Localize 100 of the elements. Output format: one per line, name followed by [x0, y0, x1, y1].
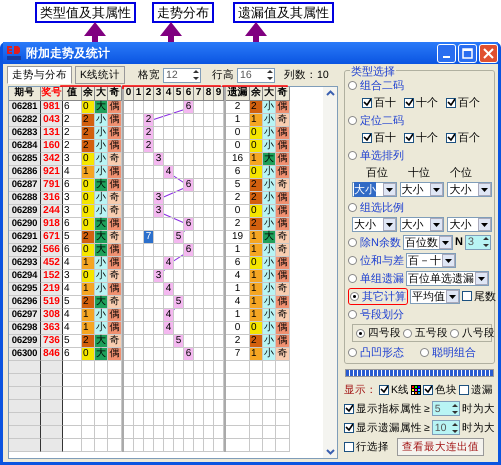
spin-field[interactable]: 12	[163, 68, 202, 82]
remainder-cell: 0	[250, 166, 263, 179]
checkbox[interactable]: 遗漏	[459, 382, 494, 396]
checkbox[interactable]: 百个	[446, 95, 480, 110]
dropdown[interactable]: 大小	[400, 182, 444, 197]
radio-option[interactable]: 号段划分	[348, 306, 404, 322]
number-cell: 244	[41, 205, 63, 218]
checkbox[interactable]: 显示指标属性	[344, 402, 422, 416]
radio-option[interactable]: 除N余数	[348, 234, 401, 250]
remainder-cell: 1	[250, 348, 263, 361]
checkbox[interactable]: K线	[379, 382, 410, 396]
radio-option[interactable]: 凸凹形态	[348, 344, 404, 360]
remainder-cell: 2	[82, 140, 95, 153]
trend-cell: 6	[184, 244, 194, 257]
remainder-cell: 0	[82, 192, 95, 205]
parity-cell: 偶	[108, 244, 122, 257]
size-cell: 大	[263, 153, 276, 166]
remainder-cell: 2	[250, 101, 263, 114]
spin-arrows-icon	[266, 68, 274, 82]
close-button[interactable]	[479, 44, 498, 62]
scrollbar[interactable]	[323, 87, 337, 458]
radio-option[interactable]: 八号段	[450, 326, 495, 340]
spin-arrows-icon	[482, 235, 490, 249]
check-icon	[363, 133, 371, 142]
dropdown[interactable]: 百－十	[406, 252, 456, 268]
checkbox[interactable]: 显示遗漏属性	[344, 420, 422, 434]
radio-option[interactable]: 五号段	[403, 326, 448, 340]
checkbox[interactable]: 色块	[423, 382, 458, 396]
spin-field[interactable]: 10	[432, 420, 460, 435]
dropdown[interactable]: 大小	[352, 217, 397, 232]
radio-option[interactable]: 组选比例	[348, 200, 404, 214]
radio-option[interactable]: 其它计算	[348, 288, 408, 304]
radio-option[interactable]: 单组遗漏	[348, 270, 404, 286]
size-cell: 小	[263, 114, 276, 127]
checkbox[interactable]: 十个	[404, 130, 438, 145]
maximize-button[interactable]	[458, 44, 477, 62]
issue-cell: 06289	[9, 205, 41, 218]
trend-cell: 5	[174, 231, 184, 244]
checkbox[interactable]: 行选择	[344, 440, 389, 454]
trend-cell: 6	[184, 179, 194, 192]
radio-option[interactable]: 四号段	[356, 326, 401, 340]
color-grid-icon[interactable]	[411, 384, 422, 394]
issue-cell: 06295	[9, 283, 41, 296]
caret-icon	[382, 218, 396, 231]
field-label: 时为大	[462, 420, 495, 434]
radio-option[interactable]: 位和与差	[348, 252, 404, 268]
remainder-cell: 1	[82, 166, 95, 179]
remainder-cell: 1	[250, 283, 263, 296]
remainder-cell: 0	[82, 179, 95, 192]
tab[interactable]: 走势与分布	[7, 66, 72, 84]
issue-cell: 06288	[9, 192, 41, 205]
display-label: 显示：	[344, 382, 377, 396]
checkbox[interactable]: 百十	[362, 130, 396, 145]
max-streak-button[interactable]: 查看最大连出值	[397, 438, 484, 456]
checkbox[interactable]: 十个	[404, 95, 438, 110]
dropdown[interactable]: 百位数	[402, 234, 453, 250]
up-arrow	[84, 22, 106, 42]
checkbox[interactable]: 百十	[362, 95, 396, 110]
parity-cell: 奇	[108, 205, 122, 218]
checkbox[interactable]: 尾数	[462, 288, 496, 304]
spin-field[interactable]: 16	[237, 68, 276, 82]
radio-option[interactable]: 单选排列	[348, 148, 404, 162]
caret-icon	[382, 183, 396, 196]
trend-cell: 4	[164, 257, 174, 270]
dropdown[interactable]: 百位单选遗漏	[406, 270, 489, 286]
column-header: 奖号	[41, 87, 63, 101]
dropdown[interactable]: 大小	[447, 217, 492, 232]
parity-cell: 奇	[108, 296, 122, 309]
field-label: 格宽	[138, 68, 160, 82]
issue-cell: 06286	[9, 166, 41, 179]
parity-cell: 偶	[108, 179, 122, 192]
size-cell: 小	[263, 309, 276, 322]
size-cell: 小	[95, 153, 108, 166]
parity-cell: 奇	[276, 244, 290, 257]
radio-option[interactable]: 聪明组合	[420, 344, 476, 360]
minimize-button[interactable]	[437, 44, 456, 62]
number-cell: 308	[41, 309, 63, 322]
spin-arrows-icon	[192, 68, 200, 82]
remainder-cell: 0	[82, 218, 95, 231]
dropdown[interactable]: 平均值	[410, 288, 460, 304]
dropdown[interactable]: 大小	[447, 182, 492, 197]
spin-field[interactable]: 5	[432, 401, 460, 416]
check-icon	[447, 133, 455, 142]
parity-cell: 奇	[276, 309, 290, 322]
spin-field[interactable]: 3	[464, 234, 491, 250]
dropdown[interactable]: 大小	[400, 217, 444, 232]
dropdown[interactable]: 大小	[352, 182, 397, 197]
radio-option[interactable]: 定位二码	[348, 112, 404, 128]
trend-cell: 3	[154, 270, 164, 283]
checkbox[interactable]: 百个	[446, 130, 480, 145]
parity-cell: 偶	[276, 153, 290, 166]
parity-cell: 奇	[276, 179, 290, 192]
parity-cell: 偶	[276, 296, 290, 309]
column-header: 0	[124, 87, 134, 101]
radio-option[interactable]: 组合二码	[348, 78, 404, 92]
remainder-cell: 2	[250, 179, 263, 192]
check-icon	[345, 423, 353, 432]
tab[interactable]: K线统计	[75, 66, 126, 84]
remainder-cell: 1	[250, 114, 263, 127]
parity-cell: 偶	[108, 140, 122, 153]
